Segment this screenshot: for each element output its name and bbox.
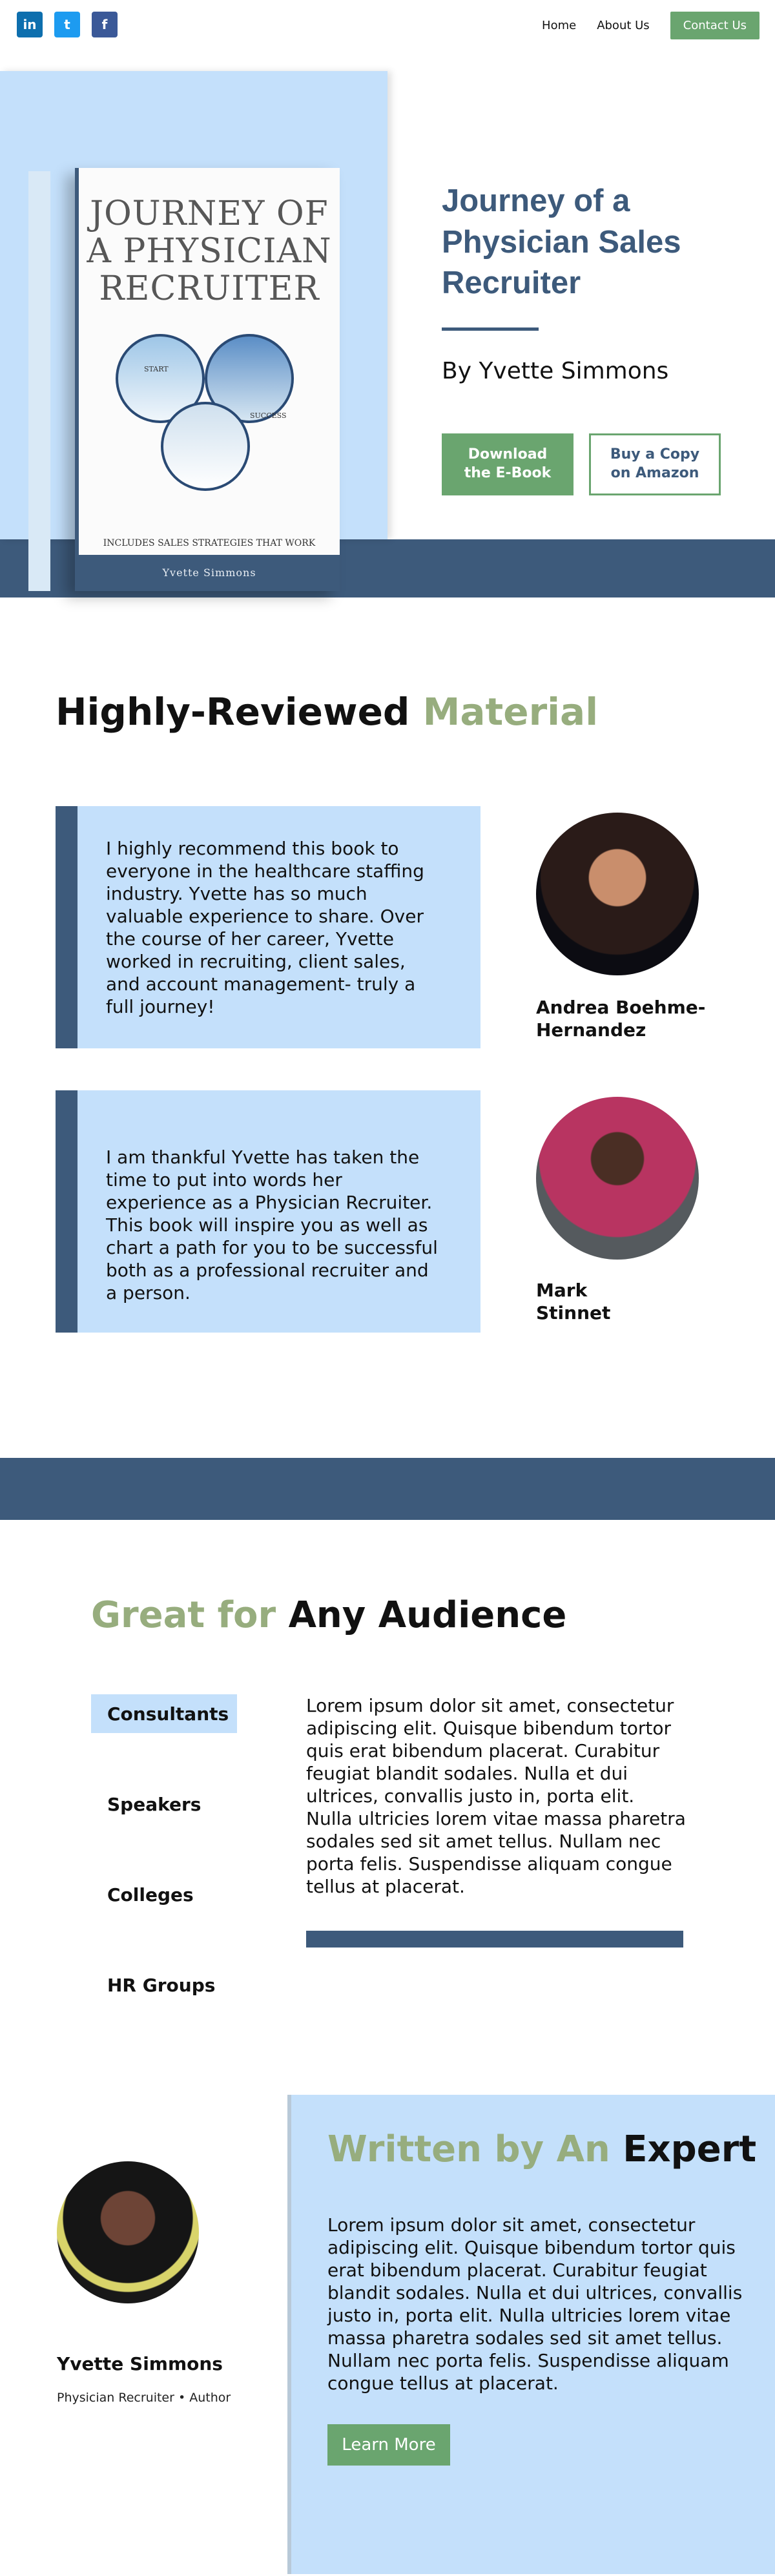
audience-tabs: Consultants Speakers Colleges HR Groups <box>91 1694 237 2056</box>
facebook-icon[interactable]: f <box>92 12 118 37</box>
hero-section: JOURNEY OF A PHYSICIAN RECRUITER START S… <box>0 71 775 591</box>
title-divider <box>442 327 539 331</box>
expert-description: Lorem ipsum dolor sit amet, consectetur … <box>327 2214 743 2394</box>
audience-description: Lorem ipsum dolor sit amet, consectetur … <box>306 1695 686 1897</box>
reviewer-name: Mark Stinnet <box>536 1280 611 1324</box>
reviewer-avatar <box>536 813 699 975</box>
site-header: in t f Home About Us Contact Us <box>0 0 775 71</box>
reviews-title-accent: Material <box>422 690 599 734</box>
hero-author: By Yvette Simmons <box>442 358 669 385</box>
divider-band <box>0 1458 775 1520</box>
book-author-band: Yvette Simmons <box>79 555 340 591</box>
success-label: SUCCESS <box>250 411 287 420</box>
book-cover-art: START SUCCESS <box>116 333 303 502</box>
expert-title-main: Expert <box>623 2128 757 2170</box>
expert-title: Written by An Expert <box>327 2128 756 2170</box>
book-cover-title: JOURNEY OF A PHYSICIAN RECRUITER <box>87 194 332 309</box>
nav-home[interactable]: Home <box>542 19 576 32</box>
tab-consultants[interactable]: Consultants <box>91 1694 237 1733</box>
stairs-image <box>161 401 250 491</box>
start-label: START <box>144 364 169 373</box>
main-nav: Home About Us Contact Us <box>542 12 760 39</box>
download-ebook-button[interactable]: Download the E-Book <box>442 433 574 495</box>
audience-title-accent: Great for <box>91 1594 276 1636</box>
book-tagline: INCLUDES SALES STRATEGIES THAT WORK <box>103 538 316 548</box>
reviewer-name: Andrea Boehme-Hernandez <box>536 997 706 1041</box>
linkedin-icon[interactable]: in <box>17 12 43 37</box>
author-name: Yvette Simmons <box>57 2353 223 2374</box>
review-card: I highly recommend this book to everyone… <box>56 806 480 1048</box>
hero-book-panel: JOURNEY OF A PHYSICIAN RECRUITER START S… <box>0 71 388 591</box>
author-profile: Yvette Simmons Physician Recruiter • Aut… <box>0 2095 287 2574</box>
buy-amazon-button[interactable]: Buy a Copy on Amazon <box>589 433 721 495</box>
expert-title-accent: Written by An <box>327 2128 610 2170</box>
reviews-title: Highly-Reviewed Material <box>56 690 598 734</box>
review-text: I am thankful Yvette has taken the time … <box>106 1147 438 1304</box>
book-cover: JOURNEY OF A PHYSICIAN RECRUITER START S… <box>75 168 340 591</box>
nav-about[interactable]: About Us <box>597 19 650 32</box>
twitter-icon[interactable]: t <box>54 12 80 37</box>
tab-hr-groups[interactable]: HR Groups <box>91 1966 237 2004</box>
book-spine-shadow <box>28 171 50 591</box>
author-avatar <box>57 2161 199 2303</box>
audience-accent-bar <box>306 1931 683 1948</box>
review-card: I am thankful Yvette has taken the time … <box>56 1090 480 1333</box>
learn-more-button[interactable]: Learn More <box>327 2424 450 2466</box>
reviewer-avatar <box>536 1097 699 1260</box>
author-panel: Written by An Expert Lorem ipsum dolor s… <box>287 2095 775 2574</box>
hero-info: Journey of a Physician Sales Recruiter B… <box>442 181 745 495</box>
audience-title: Great for Any Audience <box>91 1594 566 1636</box>
tab-colleges[interactable]: Colleges <box>91 1875 237 1914</box>
audience-title-main: Any Audience <box>288 1594 567 1636</box>
hero-buttons: Download the E-Book Buy a Copy on Amazon <box>442 433 745 495</box>
hero-title: Journey of a Physician Sales Recruiter <box>442 183 681 301</box>
social-links: in t f <box>17 12 118 37</box>
review-text: I highly recommend this book to everyone… <box>106 838 424 1017</box>
audience-section: Great for Any Audience Consultants Speak… <box>0 1520 775 2095</box>
author-section: Yvette Simmons Physician Recruiter • Aut… <box>0 2095 775 2574</box>
tab-speakers[interactable]: Speakers <box>91 1785 237 1823</box>
reviews-section: Highly-Reviewed Material I highly recomm… <box>0 597 775 1458</box>
author-role: Physician Recruiter • Author <box>57 2391 231 2405</box>
reviews-title-main: Highly-Reviewed <box>56 690 410 734</box>
contact-button[interactable]: Contact Us <box>670 12 760 39</box>
